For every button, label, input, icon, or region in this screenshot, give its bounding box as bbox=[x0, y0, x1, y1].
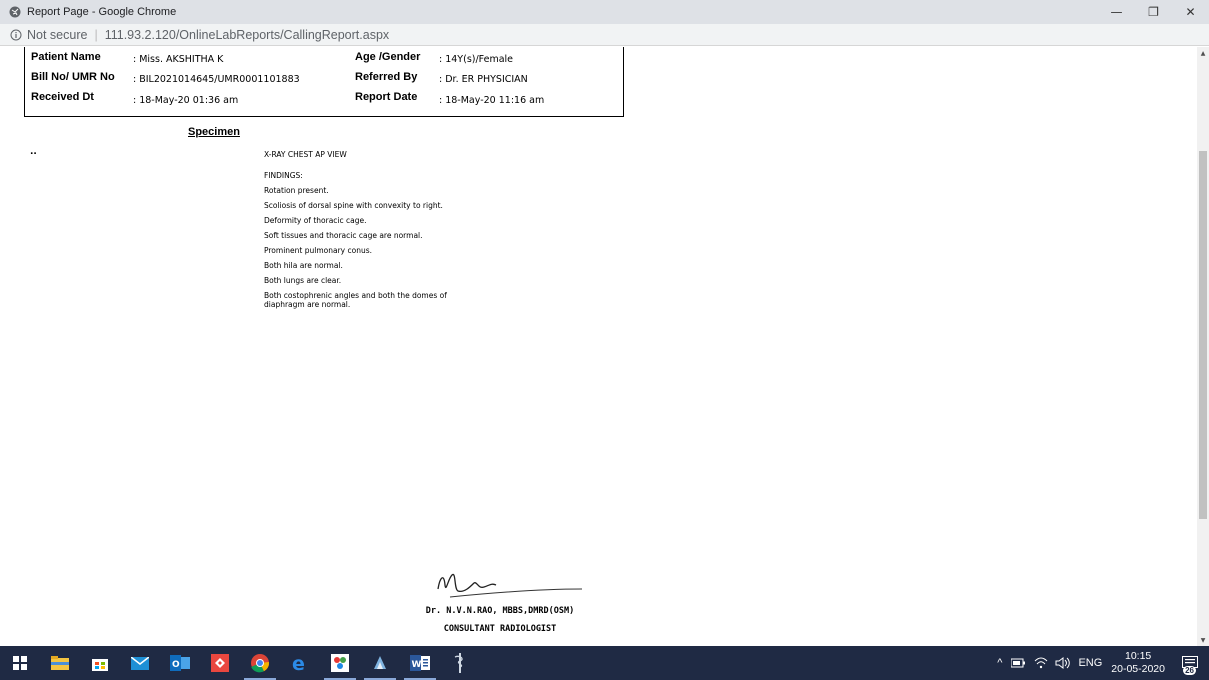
scrollbar-thumb[interactable] bbox=[1199, 151, 1207, 519]
close-button[interactable]: ✕ bbox=[1172, 0, 1209, 24]
doctor-title: CONSULTANT RADIOLOGIST bbox=[443, 624, 557, 634]
mail-icon[interactable] bbox=[120, 646, 160, 680]
clock-time: 10:15 bbox=[1125, 650, 1152, 662]
svg-text:e: e bbox=[292, 653, 305, 673]
age-gender-label: Age /Gender bbox=[355, 51, 421, 63]
patient-name-label: Patient Name bbox=[31, 51, 101, 63]
svg-text:O: O bbox=[172, 660, 180, 670]
info-icon[interactable] bbox=[10, 29, 22, 41]
finding-line: Rotation present. bbox=[264, 186, 329, 195]
scroll-down-icon[interactable]: ▼ bbox=[1197, 634, 1209, 646]
referred-by-value: : Dr. ER PHYSICIAN bbox=[439, 74, 528, 85]
report-date-value: : 18-May-20 11:16 am bbox=[439, 95, 545, 106]
minimize-button[interactable]: — bbox=[1098, 0, 1135, 24]
store-icon[interactable] bbox=[80, 646, 120, 680]
finding-line: Both lungs are clear. bbox=[264, 276, 342, 285]
clock[interactable]: 10:15 20-05-2020 bbox=[1111, 650, 1165, 676]
received-date-value: : 18-May-20 01:36 am bbox=[133, 95, 239, 106]
received-date-label: Received Dt bbox=[31, 91, 94, 103]
finding-line: Both costophrenic angles and both the do… bbox=[264, 291, 447, 300]
report-page: Patient Name : Miss. AKSHITHA K Age /Gen… bbox=[0, 47, 1197, 646]
security-status[interactable]: Not secure bbox=[27, 28, 87, 42]
window-titlebar: Report Page - Google Chrome — ❐ ✕ bbox=[0, 0, 1209, 24]
address-bar[interactable]: Not secure | 111.93.2.120/OnlineLabRepor… bbox=[0, 24, 1209, 46]
show-hidden-icons-button[interactable]: ^ bbox=[997, 657, 1002, 669]
finding-line: Scoliosis of dorsal spine with convexity… bbox=[264, 201, 443, 210]
finding-line: diaphragm are normal. bbox=[264, 300, 351, 309]
address-separator: | bbox=[94, 27, 98, 42]
finding-line: Prominent pulmonary conus. bbox=[264, 246, 372, 255]
doctor-name: Dr. N.V.N.RAO, MBBS,DMRD(OSM) bbox=[425, 606, 575, 616]
report-date-label: Report Date bbox=[355, 91, 418, 103]
battery-icon[interactable] bbox=[1011, 658, 1026, 668]
notification-center-button[interactable]: 26 bbox=[1177, 653, 1203, 675]
chrome-icon[interactable] bbox=[240, 646, 280, 680]
bill-no-label: Bill No/ UMR No bbox=[31, 71, 115, 83]
svg-text:W: W bbox=[412, 660, 422, 670]
language-indicator[interactable]: ENG bbox=[1078, 657, 1102, 669]
findings-heading: FINDINGS: bbox=[264, 171, 303, 180]
paint-icon[interactable] bbox=[320, 646, 360, 680]
vertical-scrollbar[interactable]: ▲ ▼ bbox=[1197, 47, 1209, 646]
scroll-up-icon[interactable]: ▲ bbox=[1197, 47, 1209, 59]
patient-info-box: Patient Name : Miss. AKSHITHA K Age /Gen… bbox=[24, 47, 624, 117]
finding-line: Deformity of thoracic cage. bbox=[264, 216, 367, 225]
taskbar: O e W ^ ENG 10:15 20-05-2020 26 bbox=[0, 646, 1209, 680]
word-icon[interactable]: W bbox=[400, 646, 440, 680]
finding-line: Both hila are normal. bbox=[264, 261, 343, 270]
finding-line: Soft tissues and thoracic cage are norma… bbox=[264, 231, 423, 240]
url-text[interactable]: 111.93.2.120/OnlineLabReports/CallingRep… bbox=[105, 28, 389, 42]
page-globe-icon bbox=[9, 6, 21, 18]
wifi-icon[interactable] bbox=[1034, 657, 1048, 669]
restore-button[interactable]: ❐ bbox=[1135, 0, 1172, 24]
volume-icon[interactable] bbox=[1055, 657, 1071, 669]
windows-start-icon[interactable] bbox=[0, 646, 40, 680]
clock-date: 20-05-2020 bbox=[1111, 663, 1165, 675]
app-icon[interactable] bbox=[360, 646, 400, 680]
medical-app-icon[interactable] bbox=[440, 646, 480, 680]
report-body: X-RAY CHEST AP VIEW FINDINGS: Rotation p… bbox=[264, 147, 447, 309]
specimen-marker: .. bbox=[30, 147, 37, 157]
bill-no-value: : BIL2021014645/UMR0001101883 bbox=[133, 74, 300, 85]
system-tray: ^ ENG 10:15 20-05-2020 26 bbox=[997, 646, 1209, 680]
referred-by-label: Referred By bbox=[355, 71, 418, 83]
anydesk-icon[interactable] bbox=[200, 646, 240, 680]
doctor-signature bbox=[437, 573, 583, 598]
edge-icon[interactable]: e bbox=[280, 646, 320, 680]
exam-title: X-RAY CHEST AP VIEW bbox=[264, 150, 347, 159]
window-title: Report Page - Google Chrome bbox=[27, 6, 177, 18]
file-explorer-icon[interactable] bbox=[40, 646, 80, 680]
patient-name-value: : Miss. AKSHITHA K bbox=[133, 54, 224, 65]
notification-count: 26 bbox=[1183, 666, 1196, 675]
outlook-icon[interactable]: O bbox=[160, 646, 200, 680]
age-gender-value: : 14Y(s)/Female bbox=[439, 54, 514, 65]
specimen-heading: Specimen bbox=[188, 126, 240, 138]
